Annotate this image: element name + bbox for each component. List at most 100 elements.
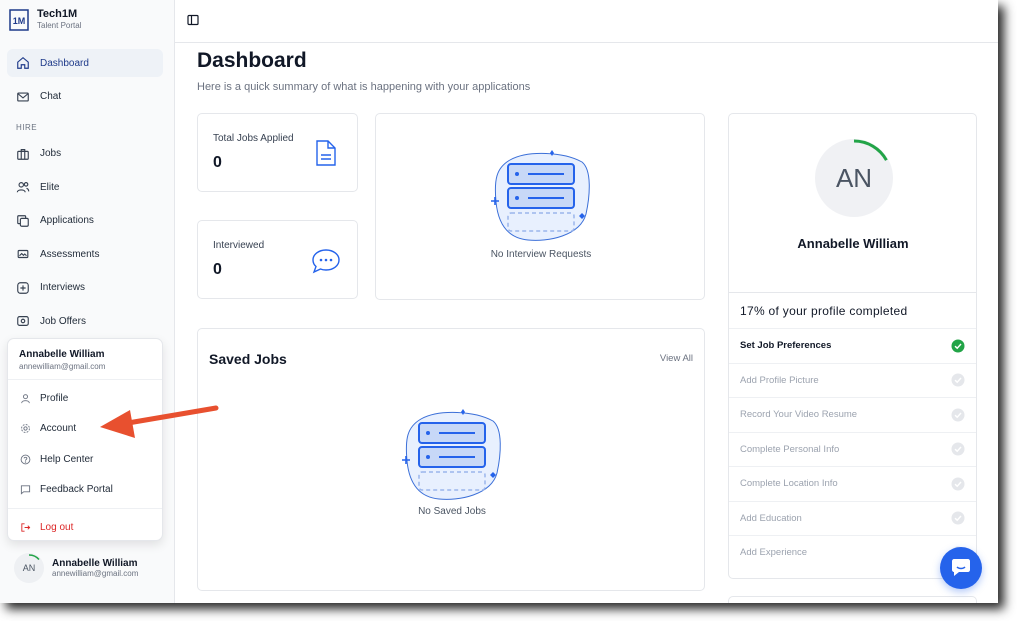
check-circle-icon [951,339,965,353]
checklist-item-education[interactable]: Add Education [729,500,976,536]
logout-icon [21,523,31,532]
sidebar-toggle-icon[interactable] [187,14,199,26]
check-circle-icon [951,511,965,525]
progress-ring-icon [28,554,40,561]
chat-bubble-icon [312,249,340,274]
logout-label: Log out [40,521,74,533]
copy-icon [17,214,29,227]
chat-widget-button[interactable] [940,547,982,589]
top-bar [175,0,998,43]
mail-icon [17,91,29,102]
sidebar-item-label: Job Offers [40,315,86,327]
checklist-label: Record Your Video Resume [740,409,858,421]
avatar: AN [14,553,44,583]
menu-item-label: Account [40,423,77,435]
checklist-label: Complete Location Info [740,478,838,490]
menu-item-label: Help Center [40,453,94,465]
home-icon [17,57,29,69]
sidebar-user[interactable]: AN Annabelle William annewilliam@gmail.c… [14,553,138,583]
user-name: Annabelle William [52,558,138,569]
checklist-label: Complete Personal Info [740,443,840,455]
sidebar-item-label: Jobs [40,148,62,159]
checklist-label: Add Education [740,512,802,524]
check-circle-icon [951,408,965,422]
sidebar-item-interviews[interactable]: Interviews [7,274,163,302]
user-menu-name: Annabelle William [19,349,105,360]
user-menu-email: annewilliam@gmail.com [19,362,106,371]
logout-button[interactable]: Log out [8,512,162,543]
message-icon [20,485,31,495]
image-icon [17,249,29,259]
server-illustration-icon [402,409,501,500]
profile-checklist: Set Job Preferences Add Profile Picture … [729,328,976,570]
section-label-hire: HIRE [16,122,38,132]
profile-completion-text: 17% of your profile completed [740,304,908,318]
checklist-label: Add Experience [740,547,808,559]
menu-item-help-center[interactable]: Help Center [8,444,162,475]
brand-subtitle: Talent Portal [37,21,82,30]
sidebar-item-jobs[interactable]: Jobs [7,140,163,168]
brand-logo-icon: 1M [9,8,29,31]
sidebar-item-assessments[interactable]: Assessments [7,240,163,268]
gear-icon [21,424,30,434]
sidebar-item-label: Dashboard [40,57,89,69]
plus-square-icon [17,281,29,294]
saved-jobs-title: Saved Jobs [209,351,287,367]
checklist-item-video-resume[interactable]: Record Your Video Resume [729,397,976,432]
sidebar-item-elite[interactable]: Elite [7,173,163,201]
divider [729,292,976,293]
empty-state-label: No Interview Requests [490,249,592,260]
page-subtitle: Here is a quick summary of what is happe… [197,81,531,93]
help-icon [20,454,31,465]
checklist-label: Set Job Preferences [740,340,832,352]
sidebar-item-job-offers[interactable]: Job Offers [7,307,163,335]
stat-label: Interviewed [213,240,265,251]
sidebar-item-applications[interactable]: Applications [7,207,163,235]
sidebar-item-dashboard[interactable]: Dashboard [7,49,163,77]
profile-name: Annabelle William [797,236,909,251]
sidebar-item-label: Elite [40,181,60,193]
checklist-item-personal-info[interactable]: Complete Personal Info [729,431,976,467]
check-circle-icon [951,477,965,491]
server-illustration-icon [491,150,590,241]
view-all-link[interactable]: View All [660,353,693,364]
stat-value: 0 [213,154,222,171]
checklist-label: Add Profile Picture [740,374,819,386]
menu-item-label: Feedback Portal [40,484,113,496]
stat-card-total-jobs: Total Jobs Applied 0 [197,113,358,192]
interview-requests-card: No Interview Requests [375,113,705,300]
brand-name: Tech1M [37,8,78,20]
menu-divider: Log out [8,508,162,543]
sidebar-item-label: Applications [40,215,94,226]
empty-state-label: No Saved Jobs [418,506,486,517]
check-circle-icon [951,373,965,387]
stat-value: 0 [213,261,222,278]
check-circle-icon [951,442,965,456]
checklist-item-profile-picture[interactable]: Add Profile Picture [729,362,976,398]
sidebar-nav: Dashboard Chat HIRE Jobs Elite Applicati… [7,49,163,341]
sidebar-item-label: Chat [40,91,62,102]
saved-jobs-card: Saved Jobs View All No Saved Jobs [197,328,705,591]
menu-item-label: Profile [40,392,69,404]
offer-icon [17,316,29,326]
sidebar-item-label: Interviews [40,282,86,293]
document-icon [316,140,336,166]
progress-ring-icon [853,139,888,161]
user-menu-header: Annabelle William annewilliam@gmail.com [8,339,162,380]
page-title: Dashboard [197,49,307,72]
sidebar-item-chat[interactable]: Chat [7,83,163,111]
menu-item-feedback-portal[interactable]: Feedback Portal [8,475,162,506]
annotation-arrow-icon [100,405,219,438]
checklist-item-experience[interactable]: Add Experience [729,535,976,570]
user-icon [21,393,30,403]
brand[interactable]: 1M Tech1M Talent Portal [9,8,81,31]
profile-completion-card: AN Annabelle William 17% of your profile… [728,113,977,579]
profile-avatar[interactable]: AN [815,139,893,217]
stat-label: Total Jobs Applied [213,133,294,144]
checklist-item-job-preferences[interactable]: Set Job Preferences [729,328,976,363]
users-icon [16,182,30,193]
svg-text:1M: 1M [13,16,26,26]
stat-card-interviewed: Interviewed 0 [197,220,358,299]
user-email: annewilliam@gmail.com [52,569,139,578]
checklist-item-location-info[interactable]: Complete Location Info [729,466,976,501]
